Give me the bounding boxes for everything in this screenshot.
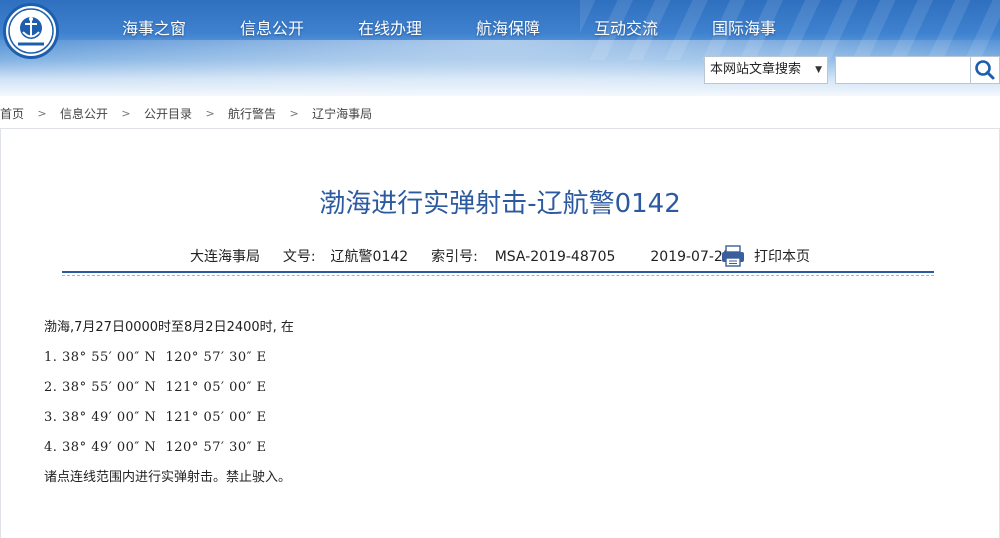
breadcrumb-liaoning-msa: 辽宁海事局	[312, 106, 373, 121]
meta-doc-no-label: 文号:	[282, 249, 316, 265]
article-title: 渤海进行实弹射击-辽航警0142	[319, 189, 681, 219]
main-nav: 海事之窗 信息公开 在线办理 航海保障 互动交流 国际海事	[95, 16, 803, 42]
body-point-3: 3. 38° 49′ 00″ N 121° 05′ 00″ E	[44, 410, 267, 425]
header-banner: 海事之窗 信息公开 在线办理 航海保障 互动交流 国际海事 本网站文章搜索 ▼	[0, 0, 1000, 96]
nav-item-interaction[interactable]: 互动交流	[567, 16, 685, 42]
anchor-icon	[8, 8, 54, 54]
breadcrumb-separator: >	[289, 106, 299, 120]
meta-index-no: MSA-2019-48705	[494, 249, 616, 265]
breadcrumb-nav-warning[interactable]: 航行警告	[228, 105, 276, 122]
body-point-2: 2. 38° 55′ 00″ N 121° 05′ 00″ E	[44, 380, 267, 395]
print-button[interactable]: 打印本页	[720, 244, 810, 268]
search-scope-select[interactable]: 本网站文章搜索 ▼	[704, 56, 828, 84]
breadcrumb-separator: >	[121, 106, 131, 120]
nav-item-navigation-support[interactable]: 航海保障	[449, 16, 567, 42]
breadcrumb-home[interactable]: 首页	[0, 105, 24, 122]
breadcrumb-catalog[interactable]: 公开目录	[144, 105, 192, 122]
meta-agency: 大连海事局	[190, 249, 260, 265]
article-body: 渤海,7月27日0000时至8月2日2400时, 在 1. 38° 55′ 00…	[44, 318, 294, 498]
breadcrumb: 首页 > 信息公开 > 公开目录 > 航行警告 > 辽宁海事局	[0, 104, 372, 122]
article-meta: 大连海事局 文号: 辽航警0142 索引号: MSA-2019-48705 20…	[190, 246, 732, 266]
body-point-1: 1. 38° 55′ 00″ N 120° 57′ 30″ E	[44, 350, 267, 365]
chevron-down-icon: ▼	[815, 65, 822, 75]
meta-index-label: 索引号:	[431, 249, 478, 265]
body-point-4: 4. 38° 49′ 00″ N 120° 57′ 30″ E	[44, 440, 267, 455]
nav-item-online-service[interactable]: 在线办理	[331, 16, 449, 42]
search-scope-label: 本网站文章搜索	[710, 62, 802, 77]
search-icon	[975, 60, 995, 80]
nav-item-window[interactable]: 海事之窗	[95, 16, 213, 42]
nav-item-international[interactable]: 国际海事	[685, 16, 803, 42]
search-button[interactable]	[970, 56, 1000, 84]
breadcrumb-separator: >	[37, 106, 47, 120]
printer-icon	[722, 245, 744, 267]
search-input[interactable]	[835, 56, 971, 84]
body-conclusion: 诸点连线范围内进行实弹射击。禁止驶入。	[44, 470, 292, 485]
breadcrumb-info-public[interactable]: 信息公开	[60, 105, 108, 122]
msa-logo[interactable]	[3, 3, 59, 59]
breadcrumb-separator: >	[205, 106, 215, 120]
print-label: 打印本页	[754, 249, 810, 265]
body-intro: 渤海,7月27日0000时至8月2日2400时, 在	[44, 320, 294, 335]
meta-doc-no: 辽航警0142	[330, 249, 409, 265]
title-divider	[62, 271, 934, 276]
nav-item-info-public[interactable]: 信息公开	[213, 16, 331, 42]
